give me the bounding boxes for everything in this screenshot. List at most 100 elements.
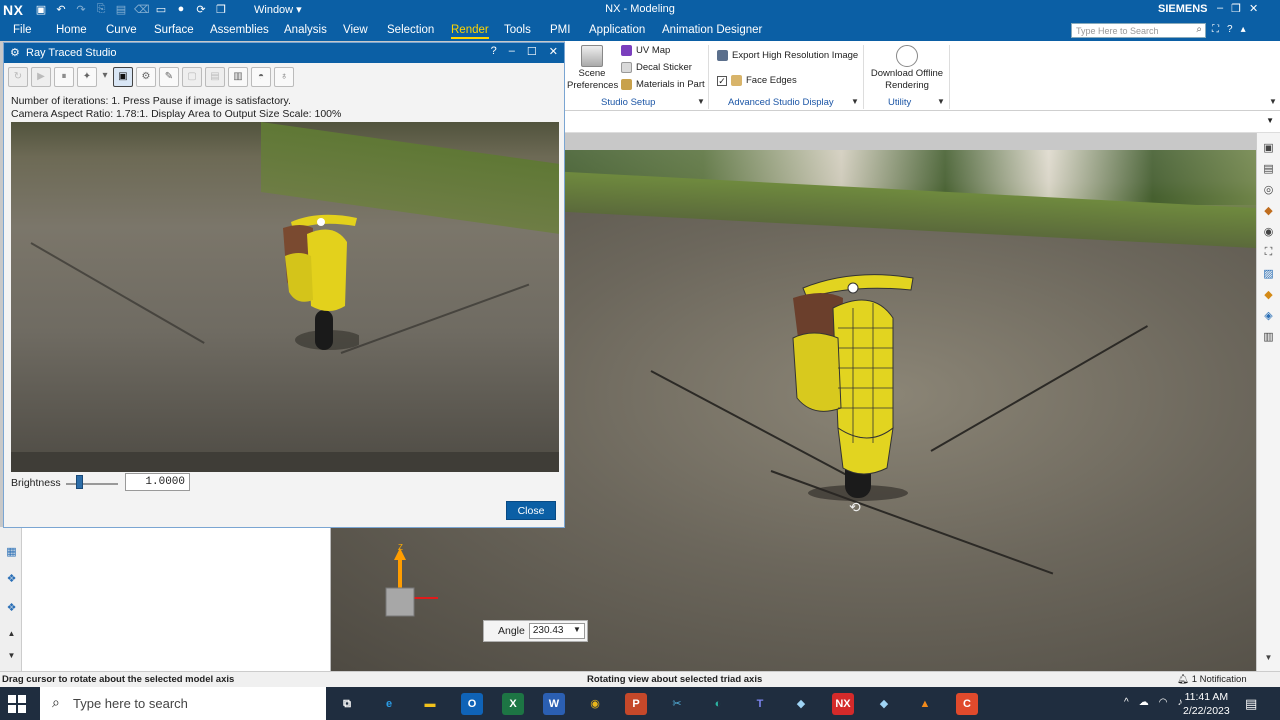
- assembly-navigator-icon[interactable]: ❖: [4, 572, 19, 587]
- close-button[interactable]: Close: [506, 501, 556, 520]
- crop-icon[interactable]: ▢: [182, 67, 202, 87]
- chrome-icon[interactable]: ◉: [584, 693, 606, 715]
- minimize-icon[interactable]: –: [509, 45, 515, 58]
- play-icon[interactable]: ▶: [31, 67, 51, 87]
- background-icon[interactable]: ◓: [251, 67, 271, 87]
- show-icon[interactable]: ◉: [1261, 225, 1276, 240]
- maximize-icon[interactable]: ☐: [527, 45, 537, 58]
- brightness-slider-thumb[interactable]: [75, 475, 83, 489]
- excel-icon[interactable]: X: [502, 693, 524, 715]
- chevron-down-icon[interactable]: ▼: [573, 625, 581, 634]
- help-icon[interactable]: ?: [1227, 24, 1233, 35]
- export-high-res-button[interactable]: Export High Resolution Image: [717, 50, 858, 61]
- history-icon[interactable]: ▥: [1261, 330, 1276, 345]
- restore-icon[interactable]: ❐: [1231, 2, 1241, 15]
- minimize-icon[interactable]: –: [1217, 2, 1223, 15]
- volume-icon[interactable]: ♪: [1177, 697, 1182, 708]
- menu-animation-designer[interactable]: Animation Designer: [662, 24, 762, 36]
- face-edges-toggle[interactable]: ✓ Face Edges: [717, 75, 797, 86]
- nx-viewer-icon[interactable]: ◆: [873, 693, 895, 715]
- scroll-down-icon[interactable]: ▼: [1261, 653, 1276, 668]
- decal-sticker-button[interactable]: Decal Sticker: [621, 62, 692, 73]
- advanced-studio-display-dropdown-icon[interactable]: ▼: [851, 97, 859, 106]
- angle-value-field[interactable]: 230.43 ▼: [528, 623, 585, 639]
- help-icon[interactable]: ?: [491, 45, 497, 58]
- menu-home[interactable]: Home: [56, 24, 87, 36]
- screen-recorder-icon[interactable]: C: [956, 693, 978, 715]
- brightness-value-field[interactable]: 1.0000: [125, 473, 190, 491]
- powerpoint-icon[interactable]: P: [625, 693, 647, 715]
- nx-viewer-icon[interactable]: ◆: [790, 693, 812, 715]
- menu-selection[interactable]: Selection: [387, 24, 434, 36]
- compare-icon[interactable]: ▥: [228, 67, 248, 87]
- nx-app-icon[interactable]: NX: [832, 693, 854, 715]
- menu-render[interactable]: Render: [451, 24, 489, 39]
- chevron-up-icon[interactable]: ^: [1124, 697, 1129, 708]
- network-status-icon[interactable]: ☁: [1139, 697, 1149, 708]
- close-icon[interactable]: ✕: [1249, 2, 1258, 15]
- studio-setup-dropdown-icon[interactable]: ▼: [697, 97, 705, 106]
- menu-tools[interactable]: Tools: [504, 24, 531, 36]
- close-icon[interactable]: ✕: [549, 45, 558, 58]
- edge-legacy-icon[interactable]: e: [378, 693, 400, 715]
- lightbulb-icon[interactable]: ✦: [77, 67, 97, 87]
- wifi-icon[interactable]: ◠: [1159, 697, 1168, 708]
- view-triad[interactable]: Z: [380, 540, 450, 620]
- menu-analysis[interactable]: Analysis: [284, 24, 327, 36]
- taskbar-clock[interactable]: 11:41 AM 2/22/2023: [1183, 690, 1230, 718]
- save-image-icon[interactable]: ▤: [205, 67, 225, 87]
- file-explorer-icon[interactable]: ▬: [419, 693, 441, 715]
- part-navigator-icon[interactable]: ▦: [4, 545, 19, 560]
- brightness-slider-track[interactable]: [66, 483, 118, 485]
- taskbar-search-input[interactable]: ⌕ Type here to search: [40, 687, 326, 720]
- scene-preferences-button[interactable]: Scene Preferences: [567, 45, 618, 92]
- gear-icon[interactable]: ⚙: [10, 46, 20, 59]
- lighting-icon[interactable]: ♁: [274, 67, 294, 87]
- layer-icon[interactable]: ▣: [1261, 141, 1276, 156]
- teams-icon[interactable]: T: [749, 693, 771, 715]
- top-border-bar-options-icon[interactable]: ▼: [1266, 116, 1274, 125]
- scroll-down-icon[interactable]: ▼: [4, 651, 19, 666]
- utility-dropdown-icon[interactable]: ▼: [937, 97, 945, 106]
- scooter-model[interactable]: [783, 268, 923, 508]
- collapse-icon[interactable]: ▴: [1241, 24, 1246, 35]
- menu-view[interactable]: View: [343, 24, 368, 36]
- menu-curve[interactable]: Curve: [106, 24, 137, 36]
- render-window-icon[interactable]: ▣: [113, 67, 133, 87]
- action-center-icon[interactable]: ▤: [1245, 696, 1257, 712]
- menu-assemblies[interactable]: Assemblies: [210, 24, 269, 36]
- fit-icon[interactable]: ⛶: [1261, 246, 1276, 261]
- menu-file[interactable]: File: [13, 24, 32, 36]
- notification-count[interactable]: 🔔︎ 1 Notification: [1177, 674, 1247, 685]
- edge-icon[interactable]: ◐: [707, 693, 729, 715]
- ribbon-options-icon[interactable]: ▼: [1269, 97, 1277, 106]
- display-icon[interactable]: ▤: [1261, 162, 1276, 177]
- fullscreen-icon[interactable]: ⛶: [1212, 24, 1219, 35]
- windows-start-icon[interactable]: [8, 695, 26, 713]
- role-icon[interactable]: ◈: [1261, 309, 1276, 324]
- menu-application[interactable]: Application: [589, 24, 645, 36]
- uv-map-button[interactable]: UV Map: [621, 45, 670, 56]
- menu-pmi[interactable]: PMI: [550, 24, 570, 36]
- pause-icon[interactable]: ⏸: [54, 67, 74, 87]
- restart-icon[interactable]: ↻: [8, 67, 28, 87]
- command-search-input[interactable]: Type Here to Search ⌕: [1071, 23, 1206, 38]
- image-icon[interactable]: ▨: [1261, 267, 1276, 282]
- color-icon[interactable]: ◆: [1261, 204, 1276, 219]
- face-edges-checkbox[interactable]: ✓: [717, 75, 727, 86]
- dropdown-icon[interactable]: ▾: [100, 67, 110, 87]
- menu-surface[interactable]: Surface: [154, 24, 194, 36]
- download-offline-rendering-button[interactable]: Download Offline Rendering: [867, 45, 947, 92]
- settings-icon[interactable]: ⚙: [136, 67, 156, 87]
- task-view-icon[interactable]: ⧉: [336, 693, 358, 715]
- scroll-up-icon[interactable]: ▲: [4, 629, 19, 644]
- snipping-tool-icon[interactable]: ✂: [666, 693, 688, 715]
- material-icon[interactable]: ◆: [1261, 288, 1276, 303]
- materials-in-part-button[interactable]: Materials in Part: [621, 79, 705, 90]
- edit-icon[interactable]: ✎: [159, 67, 179, 87]
- constraint-navigator-icon[interactable]: ❖: [4, 601, 19, 616]
- hide-icon[interactable]: ◎: [1261, 183, 1276, 198]
- word-icon[interactable]: W: [543, 693, 565, 715]
- outlook-icon[interactable]: O: [461, 693, 483, 715]
- vlc-icon[interactable]: ▲: [914, 693, 936, 715]
